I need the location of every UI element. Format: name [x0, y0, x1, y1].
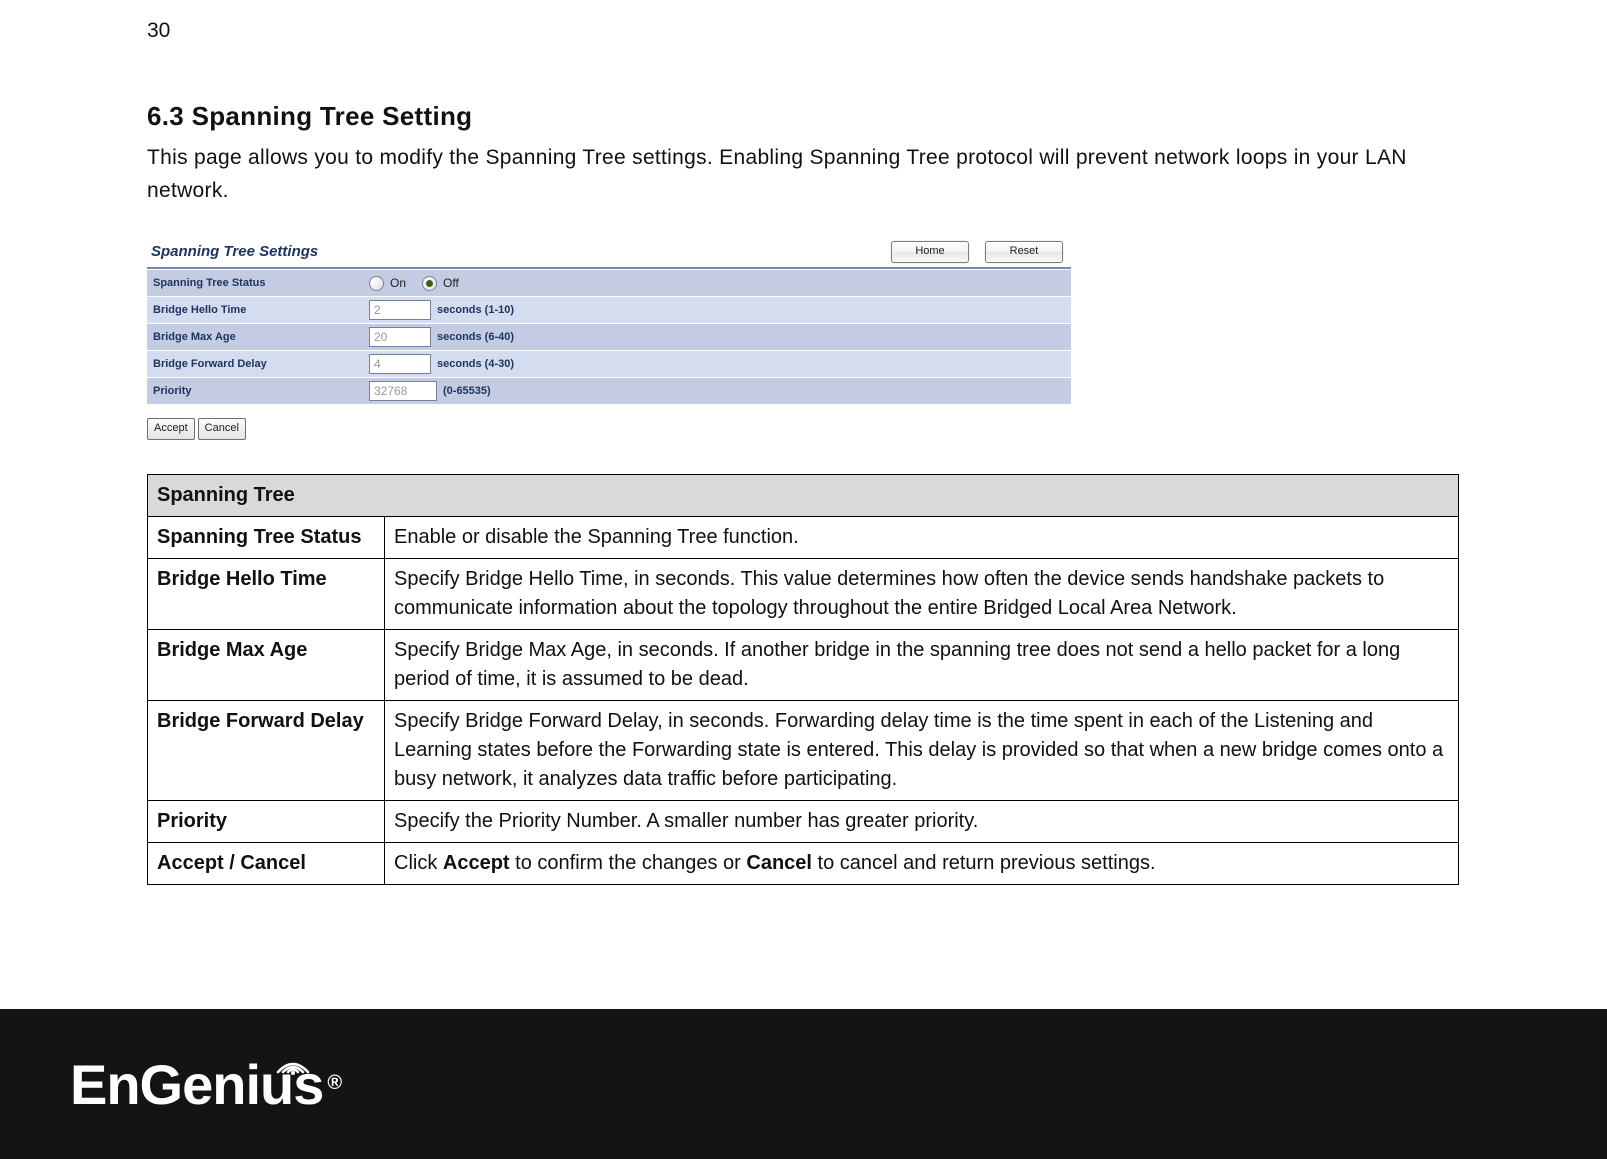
desc-val: Specify Bridge Hello Time, in seconds. T… — [385, 559, 1459, 630]
fwd-input[interactable] — [369, 354, 431, 374]
description-table: Spanning Tree Spanning Tree Status Enabl… — [147, 474, 1459, 885]
status-on-radio[interactable] — [369, 276, 384, 291]
brand-logo: EnGenius ® — [70, 1052, 341, 1117]
fwd-label: Bridge Forward Delay — [147, 358, 369, 370]
desc-key: Spanning Tree Status — [148, 517, 385, 559]
desc-header: Spanning Tree — [148, 475, 1459, 517]
desc-val: Specify the Priority Number. A smaller n… — [385, 801, 1459, 843]
footer: EnGenius ® — [0, 1009, 1607, 1159]
table-row: Accept / Cancel Click Accept to confirm … — [148, 843, 1459, 885]
prio-label: Priority — [147, 385, 369, 397]
panel-title: Spanning Tree Settings — [151, 243, 891, 264]
registered-icon: ® — [327, 1072, 341, 1095]
home-button[interactable]: Home — [891, 241, 969, 263]
page-number: 30 — [147, 20, 1460, 41]
desc-val: Click Accept to confirm the changes or C… — [385, 843, 1459, 885]
maxage-hint: seconds (6-40) — [437, 331, 514, 343]
desc-key: Priority — [148, 801, 385, 843]
hello-input[interactable] — [369, 300, 431, 320]
desc-key: Bridge Forward Delay — [148, 701, 385, 801]
maxage-label: Bridge Max Age — [147, 331, 369, 343]
desc-val: Specify Bridge Forward Delay, in seconds… — [385, 701, 1459, 801]
prio-input[interactable] — [369, 381, 437, 401]
status-on-text: On — [390, 276, 406, 290]
wifi-icon — [268, 1046, 318, 1076]
settings-panel: Spanning Tree Settings Home Reset Spanni… — [147, 239, 1071, 440]
desc-val: Specify Bridge Max Age, in seconds. If a… — [385, 630, 1459, 701]
status-label: Spanning Tree Status — [147, 277, 369, 289]
desc-key: Accept / Cancel — [148, 843, 385, 885]
status-off-text: Off — [443, 276, 459, 290]
table-row: Bridge Hello Time Specify Bridge Hello T… — [148, 559, 1459, 630]
table-row: Bridge Max Age Specify Bridge Max Age, i… — [148, 630, 1459, 701]
desc-key: Bridge Hello Time — [148, 559, 385, 630]
desc-key: Bridge Max Age — [148, 630, 385, 701]
accept-button[interactable]: Accept — [147, 418, 195, 440]
desc-val: Enable or disable the Spanning Tree func… — [385, 517, 1459, 559]
fwd-hint: seconds (4-30) — [437, 358, 514, 370]
prio-hint: (0-65535) — [443, 385, 491, 397]
hello-label: Bridge Hello Time — [147, 304, 369, 316]
status-off-radio[interactable] — [422, 276, 437, 291]
hello-hint: seconds (1-10) — [437, 304, 514, 316]
maxage-input[interactable] — [369, 327, 431, 347]
table-row: Priority Specify the Priority Number. A … — [148, 801, 1459, 843]
intro-text: This page allows you to modify the Spann… — [147, 142, 1460, 207]
reset-button[interactable]: Reset — [985, 241, 1063, 263]
section-heading: 6.3 Spanning Tree Setting — [147, 101, 1460, 132]
table-row: Spanning Tree Status Enable or disable t… — [148, 517, 1459, 559]
cancel-button[interactable]: Cancel — [198, 418, 246, 440]
table-row: Bridge Forward Delay Specify Bridge Forw… — [148, 701, 1459, 801]
